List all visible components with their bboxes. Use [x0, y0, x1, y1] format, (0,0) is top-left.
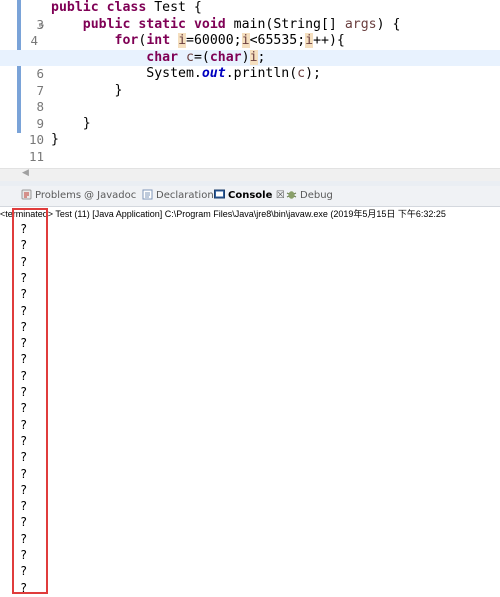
editor-horizontal-scrollbar[interactable]: ◀	[0, 168, 500, 181]
problems-icon	[21, 189, 32, 200]
code-text: }	[51, 132, 59, 147]
code-line-9[interactable]: 9	[0, 99, 500, 131]
tab-problems[interactable]: Problems	[21, 186, 81, 206]
close-tab-icon[interactable]: ☒	[276, 190, 285, 201]
scroll-left-icon[interactable]: ◀	[22, 168, 29, 178]
tab-console[interactable]: Console ☒	[214, 186, 285, 206]
code-line-4[interactable]: 4 ⊖ public static void main(String[] arg…	[0, 16, 500, 49]
tab-declaration[interactable]: Declaration	[142, 186, 214, 206]
view-tab-bar: Problems @ Javadoc Declaration Console ☒…	[0, 186, 500, 207]
variable-occurrence: i	[249, 49, 258, 65]
code-text: System.out.println(c);	[146, 66, 321, 81]
debug-icon	[286, 191, 297, 199]
code-editor[interactable]: 3 public class Test { 4 ⊖ public static …	[0, 0, 500, 180]
code-line-5[interactable]: 5 for(int i=60000;i<65535;i++){	[0, 33, 500, 65]
annotation-highlight-box	[12, 208, 48, 594]
code-text: }	[114, 82, 123, 98]
code-line-7[interactable]: 7 System.out.println(c);	[0, 66, 500, 98]
console-process-header: <terminated> Test (11) [Java Application…	[0, 209, 446, 219]
code-line-12[interactable]: 12	[0, 149, 500, 180]
code-line-10[interactable]: 10 }	[0, 115, 500, 148]
variable-occurrence: i	[305, 33, 314, 48]
code-text: public class Test {	[51, 0, 202, 15]
variable-occurrence: i	[241, 33, 250, 48]
code-line-8[interactable]: 8 }	[0, 82, 500, 115]
declaration-icon	[142, 189, 153, 200]
tab-debug[interactable]: Debug	[286, 186, 333, 206]
code-line-6[interactable]: 6 char c=(char)i;	[0, 49, 500, 81]
console-output[interactable]: ???????????????????????	[0, 221, 500, 597]
code-text: char c=(char)i;	[146, 49, 266, 65]
code-line-3[interactable]: 3 public class Test {	[0, 0, 500, 32]
code-text: }	[82, 115, 91, 131]
tab-javadoc[interactable]: @ Javadoc	[84, 186, 136, 206]
variable-occurrence: i	[178, 33, 187, 48]
code-line-11[interactable]: 11 }	[0, 132, 500, 164]
code-text: public static void main(String[] args) {	[82, 16, 401, 32]
console-icon	[214, 189, 225, 199]
code-text: for(int i=60000;i<65535;i++){	[114, 33, 345, 48]
fold-collapse-icon[interactable]: ⊖	[39, 18, 44, 35]
